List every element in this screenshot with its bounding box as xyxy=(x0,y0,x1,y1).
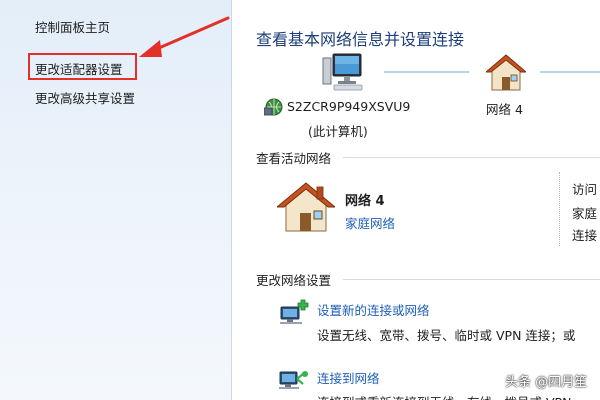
active-networks-heading: 查看活动网络 xyxy=(256,151,332,166)
connect-network-icon[interactable] xyxy=(278,364,310,392)
house-icon xyxy=(277,182,335,232)
setup-new-connection-link[interactable]: 设置新的连接或网络 xyxy=(317,300,430,319)
setup-new-connection-description: 设置无线、宽带、拨号、临时或 VPN 连接；或 xyxy=(317,328,576,343)
connect-to-network-description: 连接到或重新连接到无线、有线、拨号或 VPN xyxy=(317,392,571,400)
network-map-line xyxy=(540,71,600,73)
change-settings-heading: 更改网络设置 xyxy=(256,273,332,288)
watermark-text: 头条 @四月笙 xyxy=(505,375,588,390)
network-map-line xyxy=(384,71,469,73)
house-icon xyxy=(486,54,526,91)
connect-to-network-link[interactable]: 连接到网络 xyxy=(317,368,380,387)
homegroup-label: 家庭 xyxy=(572,206,598,221)
network-type-link[interactable]: 家庭网络 xyxy=(345,213,395,232)
section-divider xyxy=(343,279,600,280)
connections-label: 连接 xyxy=(572,228,598,243)
page-title: 查看基本网络信息并设置连接 xyxy=(256,30,465,49)
section-divider xyxy=(343,157,600,158)
column-divider xyxy=(559,172,560,246)
toutiao-logo-icon xyxy=(486,373,502,389)
computer-subtitle: (此计算机) xyxy=(308,124,368,139)
active-network-name: 网络 4 xyxy=(345,194,385,209)
access-type-label: 访问 xyxy=(572,182,598,197)
computer-name: S2ZCR9P949XSVU9 xyxy=(287,99,411,114)
network-icon xyxy=(264,98,283,116)
new-connection-icon[interactable] xyxy=(278,297,310,325)
watermark: 头条 @四月笙 xyxy=(486,371,587,390)
computer-icon xyxy=(322,53,363,91)
network-map-label: 网络 4 xyxy=(486,102,523,117)
